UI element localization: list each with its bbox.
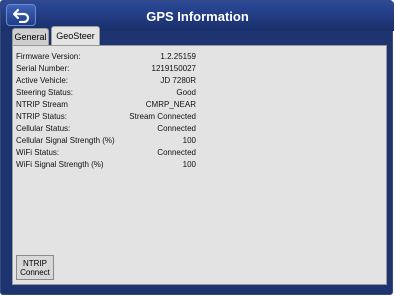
info-label: Serial Number: — [16, 64, 70, 73]
ntrip-connect-button[interactable]: NTRIP Connect — [16, 255, 54, 280]
info-label: WiFi Signal Strength (%) — [16, 160, 104, 169]
geosteer-panel: Firmware Version: 1.2.25159 Serial Numbe… — [12, 45, 387, 285]
info-value: Connected — [157, 124, 196, 133]
info-row-serial: Serial Number: 1219150027 — [16, 64, 196, 75]
ntrip-connect-label-line2: Connect — [20, 268, 50, 277]
info-row-steering: Steering Status: Good — [16, 88, 196, 99]
info-row-wifi-signal: WiFi Signal Strength (%) 100 — [16, 160, 196, 171]
info-label: NTRIP Status: — [16, 112, 67, 121]
info-row-firmware: Firmware Version: 1.2.25159 — [16, 52, 196, 63]
info-row-ntrip-stream: NTRIP Stream CMRP_NEAR — [16, 100, 196, 111]
info-label: Firmware Version: — [16, 52, 81, 61]
tab-geosteer[interactable]: GeoSteer — [51, 26, 100, 46]
info-row-ntrip-status: NTRIP Status: Stream Connected — [16, 112, 196, 123]
tab-general[interactable]: General — [12, 28, 49, 46]
info-label: Active Vehicle: — [16, 76, 69, 85]
info-value: Good — [176, 88, 196, 97]
app-window: GPS Information General GeoSteer Firmwar… — [0, 0, 394, 295]
info-value: JD 7280R — [160, 76, 196, 85]
info-value: 1.2.25159 — [160, 52, 196, 61]
info-label: WiFi Status: — [16, 148, 60, 157]
info-value: 100 — [182, 160, 196, 169]
info-label: Cellular Status: — [16, 124, 71, 133]
page-title: GPS Information — [146, 9, 249, 24]
info-value: Connected — [157, 148, 196, 157]
ntrip-connect-label-line1: NTRIP — [23, 259, 47, 268]
info-value: 1219150027 — [151, 64, 197, 73]
info-value: 100 — [182, 136, 196, 145]
info-label: Steering Status: — [16, 88, 73, 97]
info-row-cellular-status: Cellular Status: Connected — [16, 124, 196, 135]
info-value: CMRP_NEAR — [145, 100, 196, 109]
info-value: Stream Connected — [129, 112, 196, 121]
info-row-wifi-status: WiFi Status: Connected — [16, 148, 196, 159]
info-label: NTRIP Stream — [16, 100, 68, 109]
info-row-cellular-signal: Cellular Signal Strength (%) 100 — [16, 136, 196, 147]
info-row-vehicle: Active Vehicle: JD 7280R — [16, 76, 196, 87]
info-label: Cellular Signal Strength (%) — [16, 136, 115, 145]
